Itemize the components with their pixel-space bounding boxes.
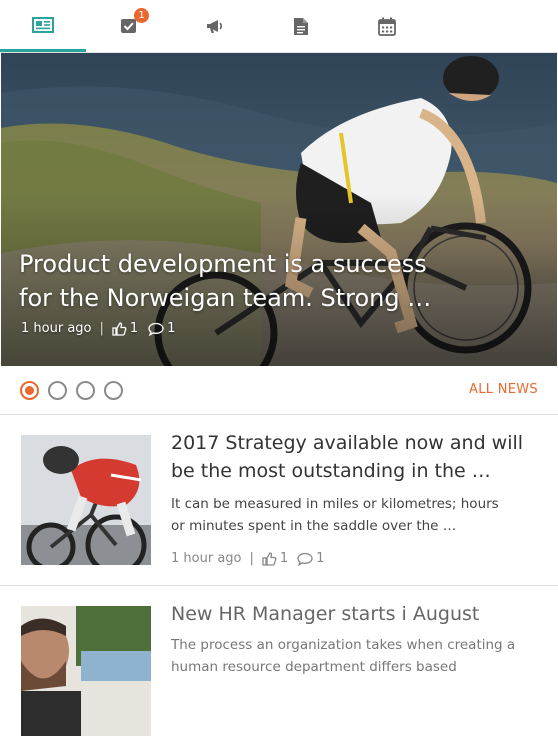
calendar-icon	[378, 17, 396, 36]
news-item[interactable]: 2017 Strategy available now and will be …	[0, 415, 558, 586]
news-title[interactable]: New HR Manager starts i August	[171, 600, 531, 628]
hero-meta: 1 hour ago | 1 1	[21, 321, 175, 336]
tab-news[interactable]	[0, 0, 86, 52]
tab-announcements[interactable]	[172, 0, 258, 52]
news-comment-count: 1	[316, 551, 325, 566]
all-news-link[interactable]: ALL NEWS	[469, 382, 538, 397]
carousel-dot-1[interactable]	[20, 381, 39, 400]
comment-icon[interactable]	[148, 322, 164, 336]
hero-like-count: 1	[129, 321, 139, 336]
news-thumbnail[interactable]	[21, 435, 151, 565]
tasks-badge: 1	[134, 8, 149, 23]
news-time: 1 hour ago	[171, 551, 242, 566]
carousel-dot-2[interactable]	[48, 381, 67, 400]
news-item[interactable]: New HR Manager starts i August The proce…	[0, 586, 558, 756]
news-excerpt: The process an organization takes when c…	[171, 637, 516, 675]
hero-comment-count: 1	[167, 321, 176, 336]
hero-title[interactable]: Product development is a success for the…	[19, 247, 449, 315]
tab-documents[interactable]	[258, 0, 344, 52]
tab-bar: 1	[0, 0, 558, 53]
news-meta: 1 hour ago | 1 1	[171, 551, 324, 566]
hero-time: 1 hour ago	[21, 321, 92, 336]
tab-tasks[interactable]: 1	[86, 0, 172, 52]
carousel-pager: ALL NEWS	[0, 366, 558, 415]
newspaper-icon	[32, 16, 54, 33]
carousel-dot-3[interactable]	[76, 381, 95, 400]
news-like-count: 1	[279, 551, 289, 566]
megaphone-icon	[207, 20, 223, 33]
document-icon	[294, 17, 308, 35]
news-title[interactable]: 2017 Strategy available now and will be …	[171, 429, 531, 485]
meta-separator: |	[249, 551, 254, 566]
carousel-dot-4[interactable]	[104, 381, 123, 400]
tab-events[interactable]	[344, 0, 430, 52]
thumbs-up-icon[interactable]	[112, 321, 127, 336]
comment-icon[interactable]	[297, 552, 313, 566]
news-excerpt: It can be measured in miles or kilometre…	[171, 496, 499, 534]
thumbs-up-icon[interactable]	[262, 551, 277, 566]
hero-article[interactable]: Product development is a success for the…	[1, 53, 557, 366]
meta-separator: |	[99, 321, 104, 336]
news-thumbnail[interactable]	[21, 606, 151, 736]
hero-image	[1, 53, 557, 366]
